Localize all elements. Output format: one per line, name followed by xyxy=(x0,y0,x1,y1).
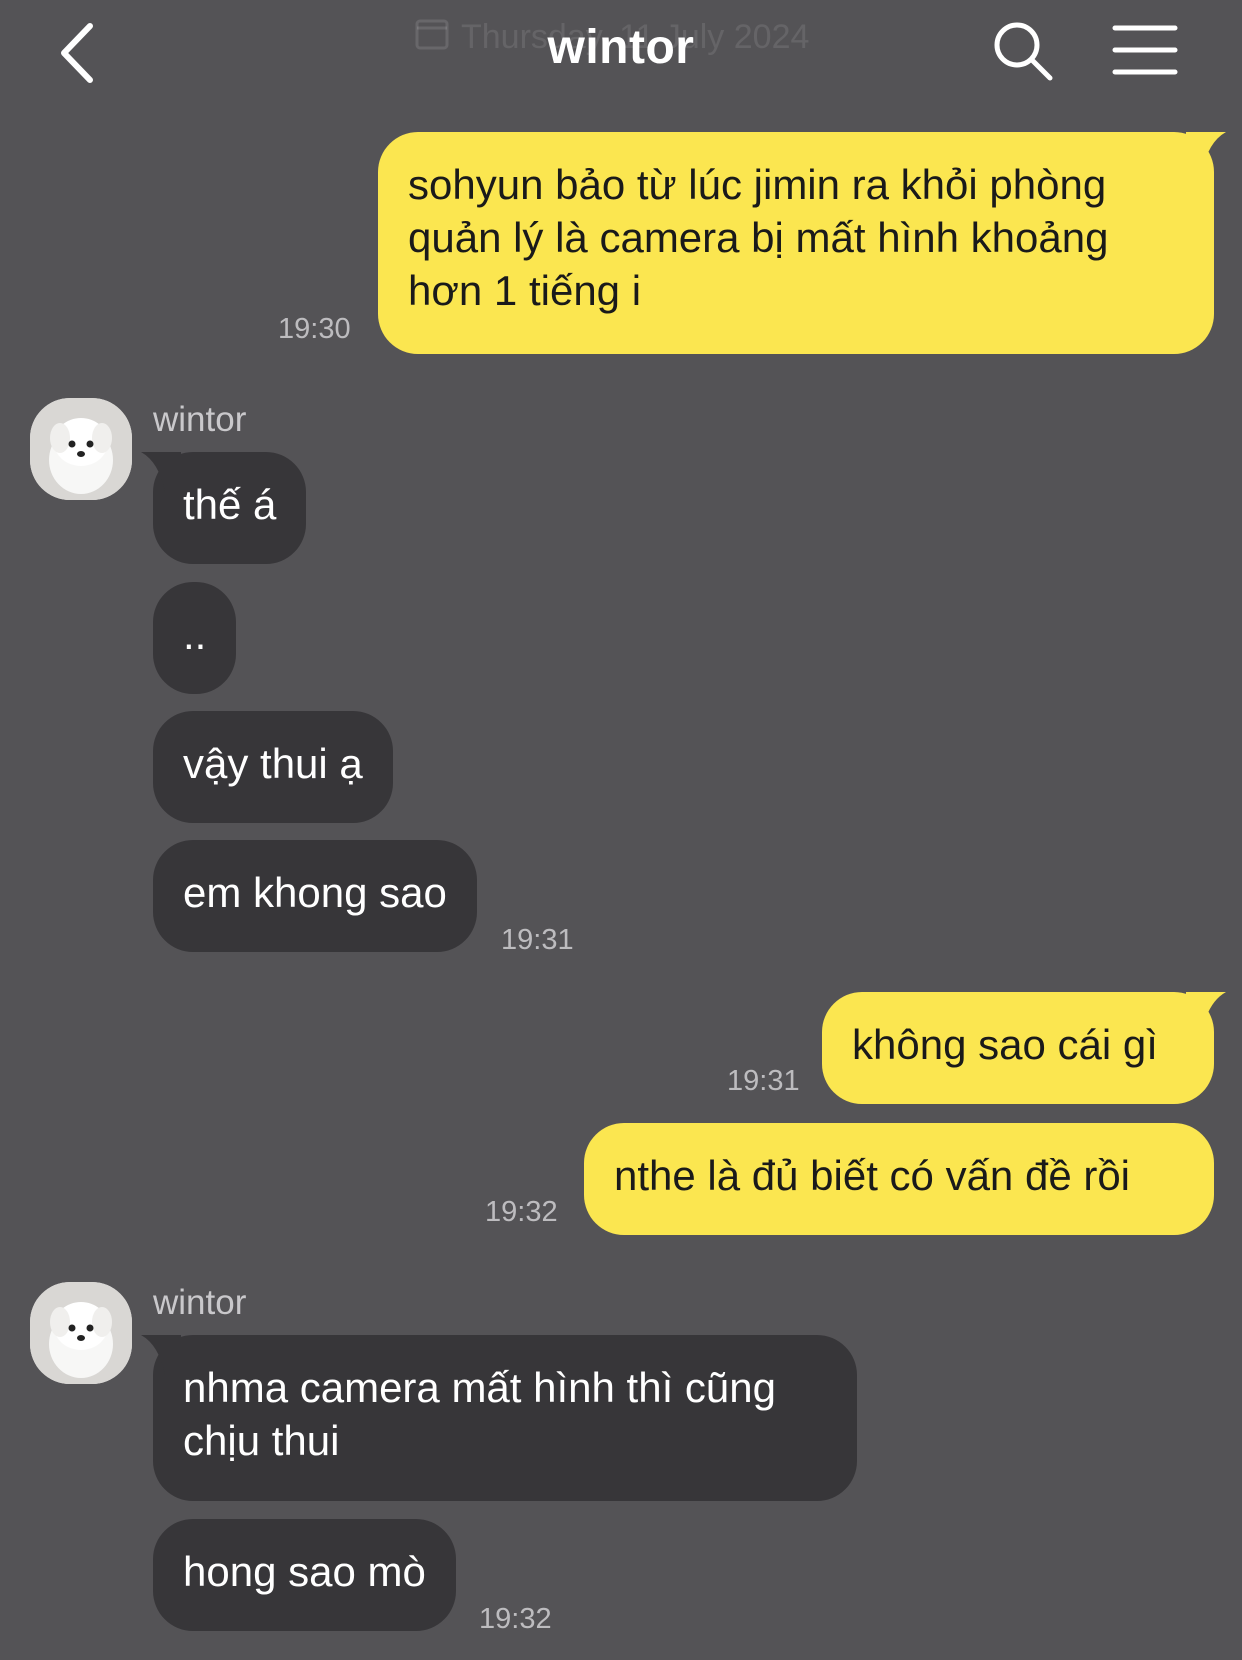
outgoing-message-bubble[interactable]: nthe là đủ biết có vấn đề rồi xyxy=(584,1123,1214,1235)
incoming-message-bubble[interactable]: .. xyxy=(153,582,237,694)
message-timestamp: 19:30 xyxy=(278,313,351,345)
bubble-tail xyxy=(141,452,181,492)
outgoing-message-bubble[interactable]: không sao cái gì xyxy=(822,992,1226,1104)
message-text: hong sao mò xyxy=(183,1548,426,1595)
message-text: nthe là đủ biết có vấn đề rồi xyxy=(614,1152,1131,1199)
menu-button[interactable] xyxy=(1112,22,1178,78)
message-text: em khong sao xyxy=(183,869,447,916)
search-icon xyxy=(994,22,1053,81)
incoming-message-bubble[interactable]: nhma camera mất hình thì cũng chịu thui xyxy=(141,1335,857,1501)
hamburger-menu-icon xyxy=(1112,25,1178,75)
message-timestamp: 19:32 xyxy=(479,1603,552,1635)
incoming-message-bubble[interactable]: thế á xyxy=(141,452,307,564)
chat-screen: Thursday, 11 July 2024 wintor sohyun bảo… xyxy=(0,0,1242,1660)
message-text: .. xyxy=(183,611,207,658)
sender-name: wintor xyxy=(153,400,247,439)
dog-avatar-image xyxy=(30,398,132,500)
outgoing-message-bubble[interactable]: sohyun bảo từ lúc jimin ra khỏi phòng qu… xyxy=(378,132,1226,354)
dog-avatar-image xyxy=(30,1282,132,1384)
message-timestamp: 19:32 xyxy=(485,1196,558,1228)
chat-header: Thursday, 11 July 2024 wintor xyxy=(0,0,1242,100)
bubble-tail xyxy=(1186,992,1226,1032)
incoming-message-bubble[interactable]: hong sao mò xyxy=(153,1519,456,1631)
message-text: nhma camera mất hình thì cũng chịu thui xyxy=(183,1364,776,1464)
bubble-tail xyxy=(141,1335,181,1375)
sender-name: wintor xyxy=(153,1283,247,1322)
message-text: không sao cái gì xyxy=(852,1021,1158,1068)
avatar[interactable] xyxy=(30,398,132,500)
incoming-message-bubble[interactable]: vậy thui ạ xyxy=(153,711,393,823)
bubble-tail xyxy=(1186,132,1226,172)
search-button[interactable] xyxy=(990,18,1056,84)
avatar[interactable] xyxy=(30,1282,132,1384)
incoming-message-bubble[interactable]: em khong sao xyxy=(153,840,477,952)
message-text: thế á xyxy=(183,481,277,528)
message-text: sohyun bảo từ lúc jimin ra khỏi phòng qu… xyxy=(408,161,1109,314)
message-timestamp: 19:31 xyxy=(501,924,574,956)
message-timestamp: 19:31 xyxy=(727,1065,800,1097)
message-text: vậy thui ạ xyxy=(183,740,363,787)
